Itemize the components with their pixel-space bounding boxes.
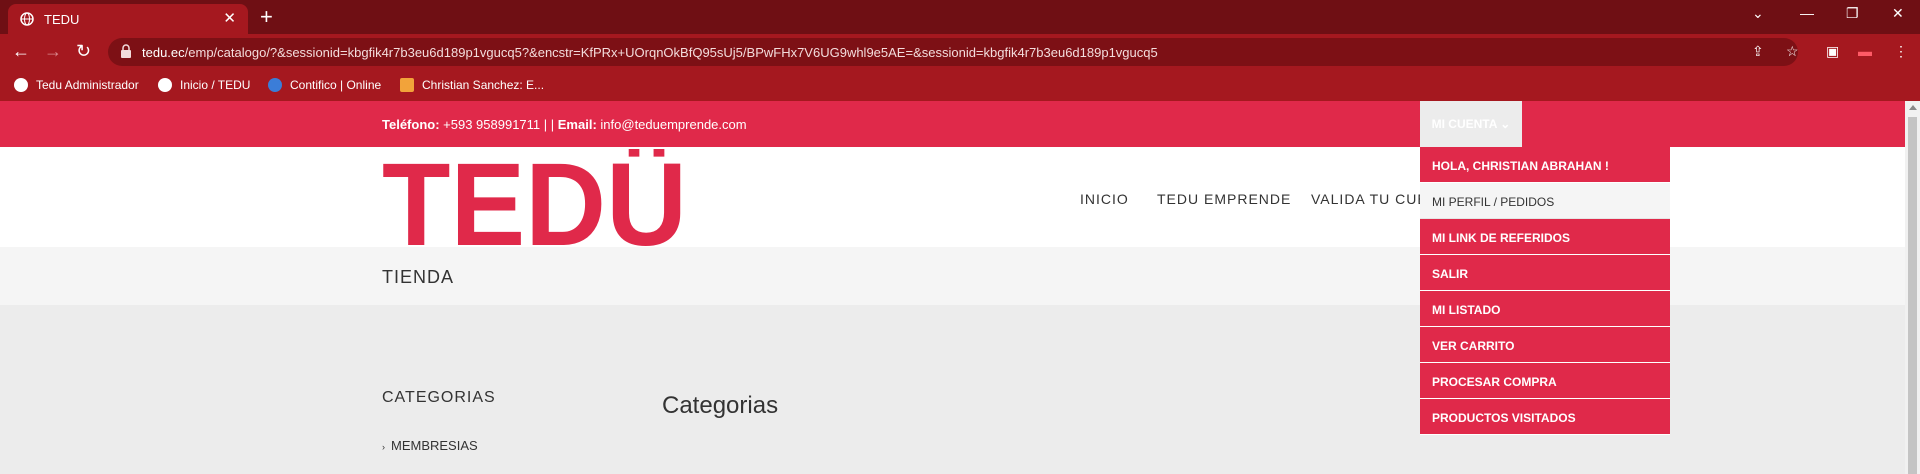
browser-toolbar: ← → ↻ tedu.ec/emp/catalogo/?&sessionid=k… (0, 34, 1920, 70)
restore-icon[interactable]: ❐ (1846, 5, 1859, 22)
chevron-right-icon: › (382, 442, 385, 452)
globe-icon (158, 78, 172, 92)
nav-valida-tu-cuenta[interactable]: VALIDA TU CUE (1311, 191, 1428, 207)
bookmark-item[interactable]: Christian Sanchez: E... (400, 78, 544, 92)
forward-arrow-icon[interactable]: → (44, 41, 62, 62)
globe-icon (20, 12, 34, 26)
side-panel-icon[interactable]: ▣ (1826, 43, 1839, 60)
page-scrollbar[interactable] (1905, 101, 1920, 474)
menu-checkout[interactable]: PROCESAR COMPRA (1420, 363, 1670, 399)
menu-view-cart[interactable]: VER CARRITO (1420, 327, 1670, 363)
browser-tabbar: TEDU ✕ + ⌄ — ❐ ✕ (0, 0, 1920, 34)
category-item[interactable]: › MEMBRESIAS (382, 438, 478, 453)
phone-label: Teléfono: (382, 117, 440, 132)
menu-profile-orders[interactable]: MI PERFIL / PEDIDOS (1420, 183, 1670, 219)
scroll-up-icon[interactable] (1909, 105, 1917, 110)
menu-greeting[interactable]: HOLA, CHRISTIAN ABRAHAN ! (1420, 147, 1670, 183)
nav-inicio[interactable]: INICIO (1080, 191, 1129, 207)
tab-title: TEDU (44, 12, 80, 27)
my-account-button[interactable]: MI CUENTA ⌄ (1420, 101, 1522, 147)
phone-number: +593 958991711 | | (443, 117, 555, 132)
bookmark-item[interactable]: Inicio / TEDU (158, 78, 250, 92)
close-window-icon[interactable]: ✕ (1892, 5, 1904, 22)
back-arrow-icon[interactable]: ← (12, 41, 30, 62)
new-tab-button[interactable]: + (260, 4, 273, 30)
url-domain: tedu.ec (142, 45, 185, 60)
menu-referral-link[interactable]: MI LINK DE REFERIDOS (1420, 219, 1670, 255)
nav-tedu-emprende[interactable]: TEDU EMPRENDE (1157, 191, 1291, 207)
contifico-icon (268, 78, 282, 92)
bookmark-star-icon[interactable]: ☆ (1786, 43, 1799, 60)
url-text: tedu.ec/emp/catalogo/?&sessionid=kbgfik4… (142, 45, 1158, 60)
bookmark-item[interactable]: Tedu Administrador (14, 78, 139, 92)
menu-kebab-icon[interactable]: ⋮ (1894, 43, 1908, 60)
tab-close-icon[interactable]: ✕ (223, 9, 236, 27)
email-label: Email: (557, 117, 597, 132)
bookmarks-bar: Tedu Administrador Inicio / TEDU Contifi… (0, 70, 1920, 101)
globe-icon (14, 78, 28, 92)
lock-icon (121, 44, 131, 58)
minimize-icon[interactable]: — (1800, 5, 1814, 21)
share-icon[interactable]: ⇪ (1752, 43, 1764, 60)
page-title: TIENDA (382, 267, 455, 287)
address-bar[interactable]: tedu.ec/emp/catalogo/?&sessionid=kbgfik4… (108, 38, 1798, 66)
tab-search-chevron-icon[interactable]: ⌄ (1752, 5, 1764, 22)
url-path: /emp/catalogo/?&sessionid=kbgfik4r7b3eu6… (184, 45, 1158, 60)
browser-tab[interactable]: TEDU ✕ (8, 4, 248, 34)
tedu-logo[interactable]: TEDÜ (382, 149, 687, 249)
extension-icon[interactable]: ▬ (1858, 43, 1872, 59)
contact-bar: Teléfono: +593 958991711 | | Email: info… (0, 101, 1905, 147)
sidebar-title: CATEGORIAS (382, 389, 496, 406)
menu-logout[interactable]: SALIR (1420, 255, 1670, 291)
menu-visited-products[interactable]: PRODUCTOS VISITADOS (1420, 399, 1670, 435)
bookmark-item[interactable]: Contifico | Online (268, 78, 381, 92)
svg-text:TEDÜ: TEDÜ (382, 149, 687, 249)
account-dropdown: HOLA, CHRISTIAN ABRAHAN ! MI PERFIL / PE… (1420, 147, 1670, 435)
menu-my-list[interactable]: MI LISTADO (1420, 291, 1670, 327)
main-title: Categorias (662, 392, 779, 419)
scrollbar-thumb[interactable] (1908, 117, 1917, 474)
reload-icon[interactable]: ↻ (76, 41, 91, 62)
category-label: MEMBRESIAS (391, 438, 478, 453)
contact-info: Teléfono: +593 958991711 | | Email: info… (382, 117, 747, 132)
email-address[interactable]: info@teduemprende.com (600, 117, 746, 132)
bookmark-favicon-icon (400, 78, 414, 92)
